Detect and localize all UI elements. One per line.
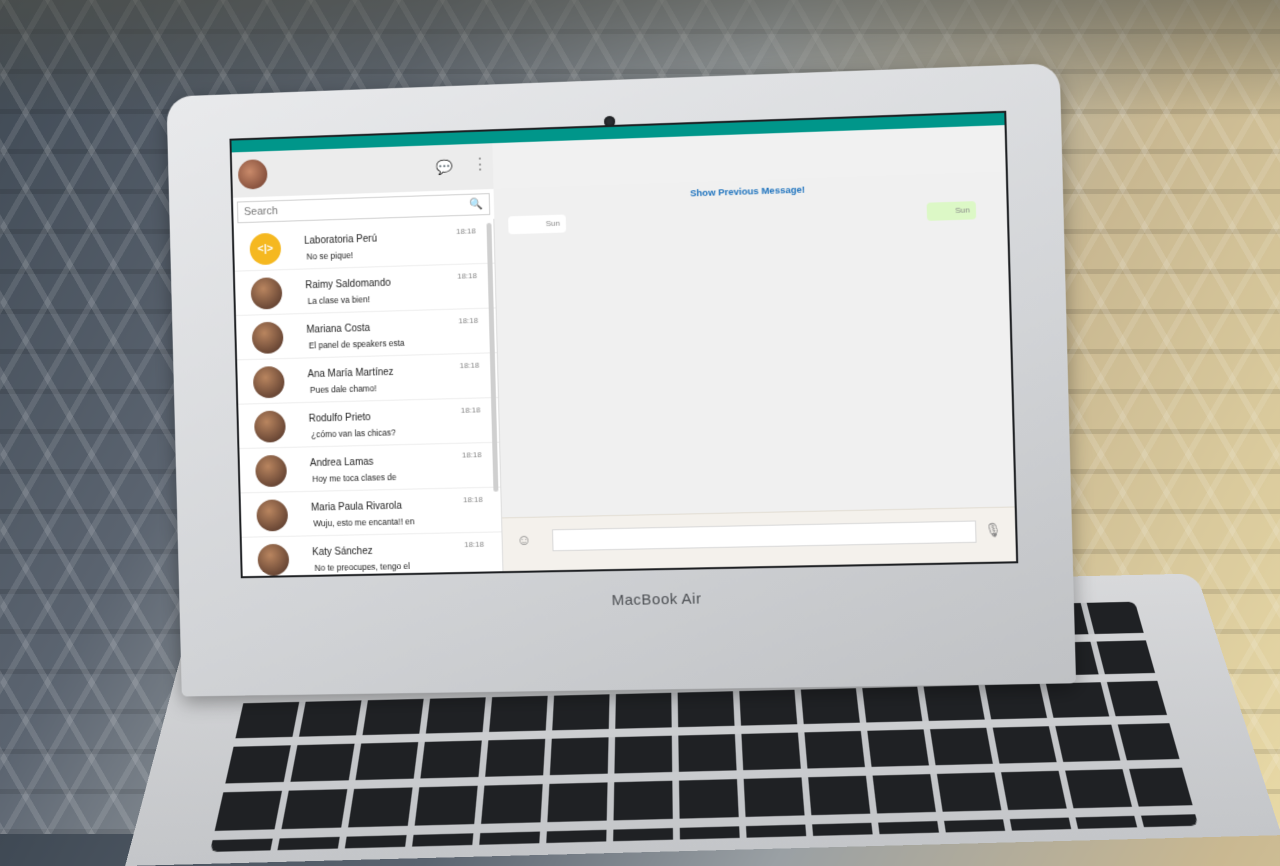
avatar xyxy=(257,543,290,576)
profile-avatar[interactable] xyxy=(237,159,268,190)
chat-item-maria-paula[interactable]: Maria Paula Rivarola Wuju, esto me encan… xyxy=(240,487,502,538)
chat-name: Ana María Martínez xyxy=(307,366,394,381)
avatar: <|> xyxy=(249,232,282,266)
chat-time: 18:18 xyxy=(461,450,482,460)
search-box: 🔍 xyxy=(236,193,491,224)
message-area: Show Previous Message! Sun Sun xyxy=(493,171,1015,518)
avatar xyxy=(255,454,288,488)
chat-item-ana[interactable]: Ana María Martínez Pues dale chamo! 18:1… xyxy=(237,353,498,405)
chat-time: 18:18 xyxy=(458,315,479,326)
chat-name: Katy Sánchez xyxy=(312,545,373,559)
chat-preview: La clase va bien! xyxy=(307,294,371,306)
chat-name: Raimy Saldomando xyxy=(305,277,391,292)
microphone-icon[interactable]: 🎙 xyxy=(984,522,1001,539)
app-screen: 💬 ⋮ 🔍 <|> Laboratoria Perú No se pique! … xyxy=(231,112,1017,577)
chat-time: 18:18 xyxy=(460,405,481,415)
chat-list: <|> Laboratoria Perú No se pique! 18:18 … xyxy=(233,218,504,577)
magnifier-icon[interactable]: 🔍 xyxy=(469,197,483,210)
chat-name: Rodulfo Prieto xyxy=(308,412,371,425)
chat-item-andrea[interactable]: Andrea Lamas Hoy me toca clases de 18:18 xyxy=(239,442,501,494)
laptop-brand-label: MacBook Air xyxy=(611,590,702,610)
chat-name: Andrea Lamas xyxy=(309,456,374,470)
chat-preview: Pues dale chamo! xyxy=(309,383,377,395)
avatar xyxy=(253,410,286,443)
chat-time: 18:18 xyxy=(462,494,483,505)
chat-item-mariana[interactable]: Mariana Costa El panel de speakers esta … xyxy=(235,308,497,361)
webcam-icon xyxy=(603,115,616,128)
chat-time: 18:18 xyxy=(459,360,480,371)
chat-name: Maria Paula Rivarola xyxy=(310,500,403,514)
chat-preview: No se pique! xyxy=(306,250,354,262)
search-input[interactable] xyxy=(237,194,476,223)
incoming-message: Sun xyxy=(508,214,567,235)
message-composer: ☺ 🎙 ➤ xyxy=(502,506,1017,572)
chat-preview: El panel de speakers esta xyxy=(308,337,405,351)
avatar xyxy=(252,365,285,399)
outgoing-message: Sun xyxy=(926,201,977,221)
chat-preview: Wuju, esto me encanta!! en xyxy=(313,516,415,529)
sidebar-header: 💬 ⋮ xyxy=(231,143,495,198)
chat-item-rodulfo[interactable]: Rodulfo Prieto ¿cómo van las chicas? 18:… xyxy=(238,397,500,450)
vertical-dots-icon[interactable]: ⋮ xyxy=(472,154,488,174)
chat-preview: Hoy me toca clases de xyxy=(312,472,397,484)
avatar xyxy=(251,321,284,355)
laptop-lid: 💬 ⋮ 🔍 <|> Laboratoria Perú No se pique! … xyxy=(166,63,1077,697)
chat-name: Laboratoria Perú xyxy=(304,233,378,247)
chat-time: 18:18 xyxy=(457,271,478,281)
smiley-icon[interactable]: ☺ xyxy=(516,532,532,549)
chat-item-laboratoria[interactable]: <|> Laboratoria Perú No se pique! 18:18 xyxy=(233,218,495,272)
avatar xyxy=(250,277,283,310)
chat-time: 18:18 xyxy=(464,539,485,550)
chat-preview: ¿cómo van las chicas? xyxy=(310,427,396,440)
avatar xyxy=(256,499,289,532)
chat-time: 18:18 xyxy=(455,226,476,236)
chat-preview: No te preocupes, tengo el xyxy=(314,561,411,573)
message-input[interactable] xyxy=(551,520,977,552)
chat-name: Mariana Costa xyxy=(306,322,371,336)
chat-bubbles-icon[interactable]: 💬 xyxy=(435,159,453,176)
chat-item-katy[interactable]: Katy Sánchez No te preocupes, tengo el 1… xyxy=(241,532,503,577)
chat-item-raimy[interactable]: Raimy Saldomando La clase va bien! 18:18 xyxy=(234,263,496,317)
